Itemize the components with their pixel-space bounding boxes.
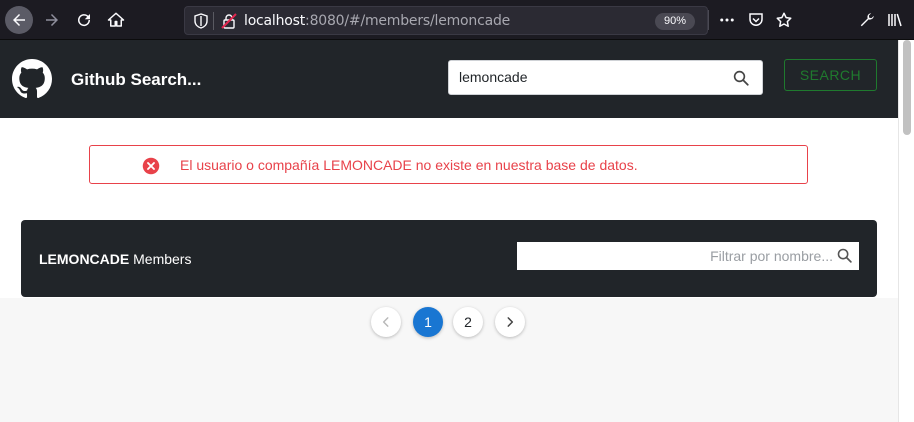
reload-button[interactable] — [70, 6, 98, 34]
url-host: localhost — [244, 13, 306, 29]
members-org: LEMONCADE — [39, 251, 130, 267]
error-circle-icon — [142, 157, 160, 175]
page-scrollbar[interactable] — [898, 40, 914, 422]
url-path: :8080/#/members/lemoncade — [305, 13, 511, 29]
previous-page-button[interactable] — [371, 307, 401, 337]
chevron-right-icon — [507, 317, 514, 327]
filter-input[interactable] — [525, 248, 833, 264]
search-input[interactable] — [459, 69, 719, 85]
toolbar-divider — [708, 10, 709, 30]
pocket-icon[interactable] — [746, 10, 766, 30]
url-divider — [213, 12, 214, 30]
chevron-left-icon — [382, 317, 389, 327]
error-alert: El usuario o compañía LEMONCADE no exist… — [89, 145, 808, 184]
back-button[interactable] — [5, 6, 33, 34]
home-icon — [107, 12, 125, 27]
more-icon[interactable] — [717, 10, 737, 30]
members-suffix: Members — [129, 251, 192, 267]
reload-icon — [78, 14, 91, 27]
members-panel: LEMONCADE Members — [21, 220, 877, 297]
browser-toolbar: localhost:8080/#/members/lemoncade 90% — [0, 0, 914, 40]
wrench-icon[interactable] — [857, 10, 877, 30]
url-bar[interactable]: localhost:8080/#/members/lemoncade 90% — [184, 6, 708, 35]
app-header: Github Search... SEARCH — [0, 40, 898, 118]
error-message: El usuario o compañía LEMONCADE no exist… — [180, 157, 638, 173]
next-page-button[interactable] — [495, 307, 525, 337]
main-content: El usuario o compañía LEMONCADE no exist… — [0, 118, 898, 298]
arrow-left-icon — [13, 14, 25, 26]
shield-icon[interactable] — [193, 13, 209, 29]
app-title: Github Search... — [71, 70, 202, 89]
home-button[interactable] — [102, 6, 130, 34]
search-button[interactable]: SEARCH — [784, 59, 877, 91]
scrollbar-thumb[interactable] — [903, 40, 911, 135]
search-icon[interactable] — [836, 247, 853, 264]
url-text[interactable]: localhost:8080/#/members/lemoncade — [244, 13, 510, 29]
search-icon[interactable] — [732, 69, 750, 87]
forward-button[interactable] — [38, 6, 66, 34]
arrow-right-icon — [46, 14, 58, 26]
star-icon[interactable] — [774, 10, 794, 30]
zoom-badge[interactable]: 90% — [655, 13, 695, 30]
page-button-1[interactable]: 1 — [413, 307, 443, 337]
library-icon[interactable] — [885, 10, 905, 30]
filter-field[interactable] — [517, 242, 859, 270]
github-logo-icon[interactable] — [12, 59, 52, 99]
members-title: LEMONCADE Members — [39, 251, 191, 267]
search-field[interactable] — [448, 60, 763, 95]
page-button-2[interactable]: 2 — [453, 307, 483, 337]
insecure-lock-icon[interactable] — [221, 13, 237, 29]
